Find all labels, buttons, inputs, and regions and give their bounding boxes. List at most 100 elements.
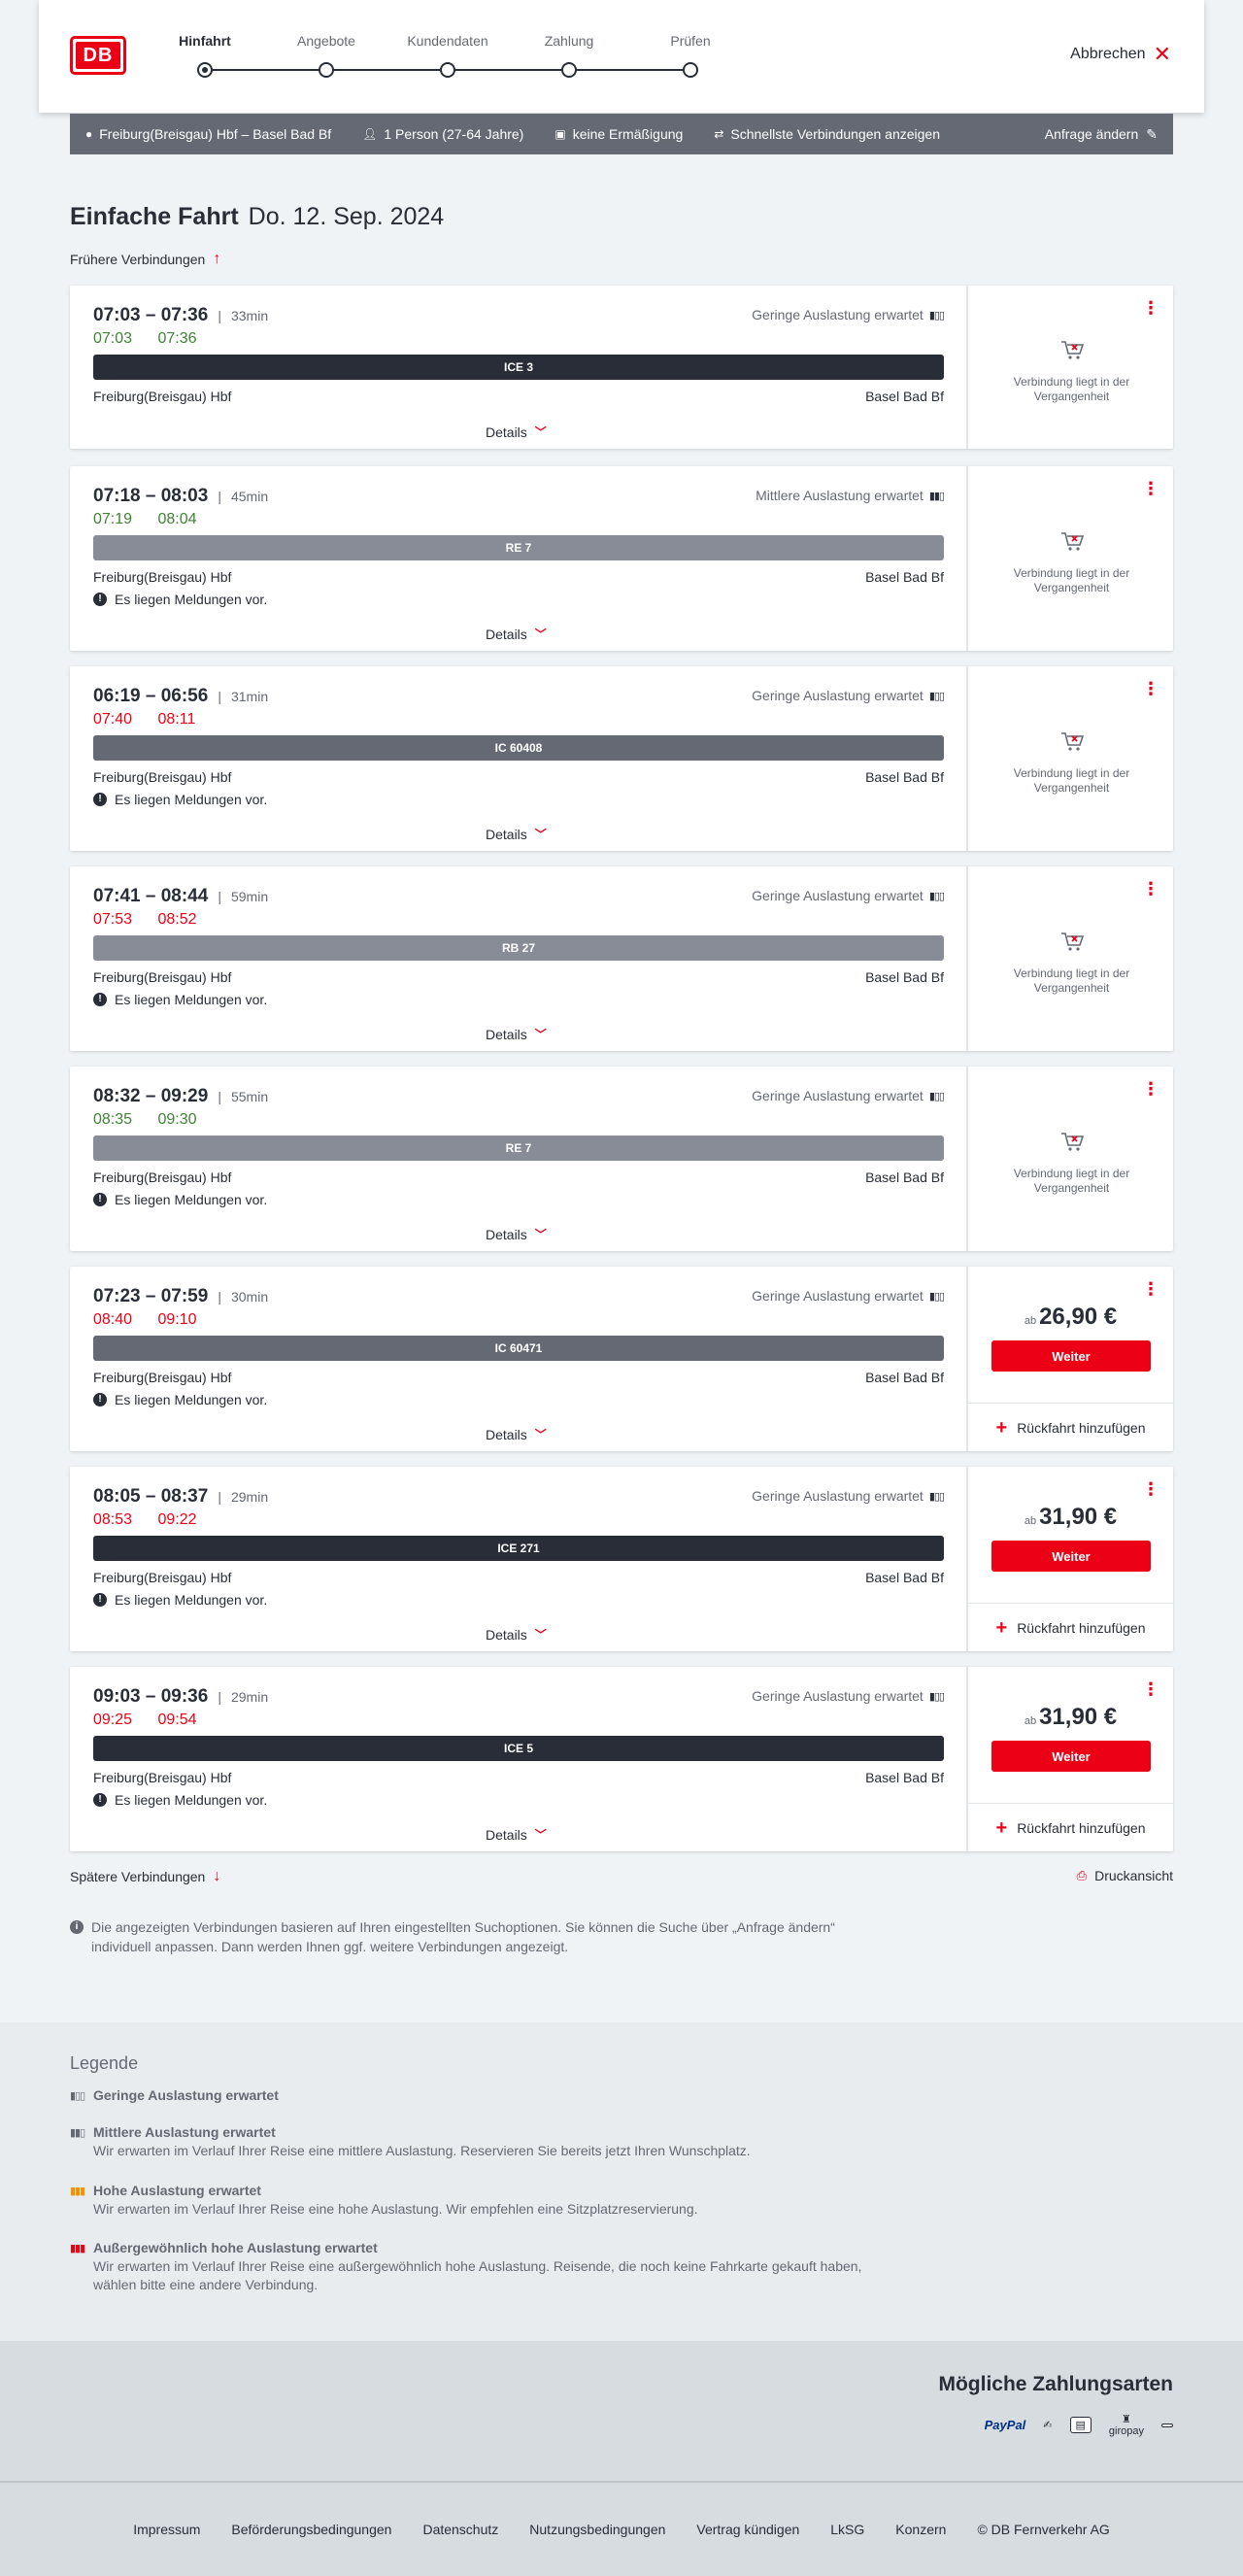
connection-info: 07:23 – 07:59 | 30min Geringe Auslastung… xyxy=(93,1267,945,1451)
footer-link-datenschutz[interactable]: Datenschutz xyxy=(422,2522,498,2537)
offer-panel: ⋮ Verbindung liegt in der Vergangenheit xyxy=(966,286,1173,449)
arrow-down-icon: ↓ xyxy=(213,1868,221,1884)
details-toggle[interactable]: Details ﹀ xyxy=(486,1626,547,1643)
realtime-times: 07:19 08:04 xyxy=(93,511,218,528)
load-high-icon: ▮▮▮ xyxy=(70,2186,85,2197)
more-options-icon[interactable]: ⋮ xyxy=(1142,1680,1159,1698)
origin-station: Freiburg(Breisgau) Hbf xyxy=(93,389,232,404)
connection-card: 07:18 – 08:03 | 45min Mittlere Auslastun… xyxy=(70,466,1173,651)
continue-button[interactable]: Weiter xyxy=(991,1741,1151,1772)
price-value: 31,90 € xyxy=(1039,1504,1118,1530)
details-toggle[interactable]: Details ﹀ xyxy=(486,1226,547,1242)
more-options-icon[interactable]: ⋮ xyxy=(1142,1480,1159,1498)
train-bar[interactable]: ICE 271 xyxy=(93,1536,944,1561)
step-angebote: Angebote xyxy=(283,33,370,78)
step-dot xyxy=(319,62,334,78)
step-dot-active xyxy=(197,62,213,78)
step-label: Prüfen xyxy=(670,33,711,49)
train-bar[interactable]: RE 7 xyxy=(93,535,944,560)
train-bar[interactable]: RB 27 xyxy=(93,935,944,961)
details-label: Details xyxy=(486,424,527,440)
train-bar[interactable]: IC 60408 xyxy=(93,735,944,761)
cancel-button[interactable]: Abbrechen ✕ xyxy=(1070,44,1171,65)
print-view-link[interactable]: ⎙ Druckansicht xyxy=(1077,1868,1173,1883)
legend-item-title: Mittlere Auslastung erwartet xyxy=(93,2124,276,2140)
duration: 55min xyxy=(230,1089,269,1104)
realtime-departure: 07:53 xyxy=(93,911,133,928)
price: ab 31,90 € xyxy=(968,1504,1173,1531)
cart-unavailable-icon xyxy=(1060,932,1084,951)
offer-panel: ⋮ ab 31,90 € Weiter + Rückfahrt hinzufüge… xyxy=(966,1467,1173,1651)
destination-station: Basel Bad Bf xyxy=(865,1169,944,1185)
offer-panel: ⋮ ab 26,90 € Weiter + Rückfahrt hinzufüge… xyxy=(966,1267,1173,1451)
connection-info: 06:19 – 06:56 | 31min Geringe Auslastung… xyxy=(93,666,945,851)
connection-info: 07:41 – 08:44 | 59min Geringe Auslastung… xyxy=(93,866,945,1051)
cart-unavailable-icon xyxy=(1060,532,1084,551)
separator: | xyxy=(218,1289,221,1305)
scheduled-times-text: 07:41 – 08:44 xyxy=(93,886,209,906)
details-toggle[interactable]: Details ﹀ xyxy=(486,424,547,440)
occupancy-info: Geringe Auslastung erwartet ▮▯▯ xyxy=(752,888,945,903)
more-options-icon[interactable]: ⋮ xyxy=(1142,299,1159,317)
disruption-note: ! Es liegen Meldungen vor. xyxy=(93,1192,267,1207)
legend-item-low: ▮▯▯ Geringe Auslastung erwartet xyxy=(70,2086,866,2105)
continue-button[interactable]: Weiter xyxy=(991,1340,1151,1372)
add-return-trip-button[interactable]: + Rückfahrt hinzufügen xyxy=(968,1403,1173,1451)
more-options-icon[interactable]: ⋮ xyxy=(1142,680,1159,697)
chevron-down-icon: ﹀ xyxy=(534,1628,547,1642)
origin-station: Freiburg(Breisgau) Hbf xyxy=(93,769,232,785)
details-label: Details xyxy=(486,826,527,842)
footer-link-vertrag-kuendigen[interactable]: Vertrag kündigen xyxy=(696,2522,799,2537)
details-toggle[interactable]: Details ﹀ xyxy=(486,626,547,642)
origin-station: Freiburg(Breisgau) Hbf xyxy=(93,1770,232,1785)
train-bar[interactable]: ICE 3 xyxy=(93,355,944,380)
footer-link-befoerderungsbedingungen[interactable]: Beförderungsbedingungen xyxy=(231,2522,391,2537)
later-connections-link[interactable]: Spätere Verbindungen ↓ xyxy=(70,1868,220,1885)
location-pin-icon: ● xyxy=(85,127,93,141)
footer-link-lksg[interactable]: LkSG xyxy=(830,2522,864,2537)
info-text-content: Die angezeigten Verbindungen basieren au… xyxy=(91,1919,835,1954)
db-logo[interactable]: DB xyxy=(70,36,126,75)
train-bar[interactable]: IC 60471 xyxy=(93,1336,944,1361)
disruption-note-text: Es liegen Meldungen vor. xyxy=(115,1392,268,1407)
more-options-icon[interactable]: ⋮ xyxy=(1142,1280,1159,1298)
realtime-departure: 09:25 xyxy=(93,1712,133,1728)
footer: Impressum Beförderungsbedingungen Datens… xyxy=(0,2483,1243,2576)
continue-button[interactable]: Weiter xyxy=(991,1541,1151,1572)
more-options-icon[interactable]: ⋮ xyxy=(1142,1080,1159,1098)
more-options-icon[interactable]: ⋮ xyxy=(1142,480,1159,497)
connection-card: 07:03 – 07:36 | 33min Geringe Auslastung… xyxy=(70,286,1173,449)
earlier-connections-label: Frühere Verbindungen xyxy=(70,252,206,267)
details-toggle[interactable]: Details ﹀ xyxy=(486,826,547,842)
details-toggle[interactable]: Details ﹀ xyxy=(486,1826,547,1843)
past-connection-text: Verbindung liegt in der Vergangenheit xyxy=(1013,375,1130,403)
details-toggle[interactable]: Details ﹀ xyxy=(486,1026,547,1042)
more-options-icon[interactable]: ⋮ xyxy=(1142,880,1159,898)
chevron-down-icon: ﹀ xyxy=(534,828,547,841)
footer-link-nutzungsbedingungen[interactable]: Nutzungsbedingungen xyxy=(529,2522,665,2537)
chevron-down-icon: ﹀ xyxy=(534,1428,547,1441)
realtime-departure: 07:40 xyxy=(93,711,133,728)
occupancy-text: Mittlere Auslastung erwartet xyxy=(756,488,924,503)
scheduled-times: 07:03 – 07:36 | 33min xyxy=(93,305,268,326)
train-bar[interactable]: ICE 5 xyxy=(93,1736,944,1761)
search-discount: ▣ keine Ermäßigung xyxy=(554,126,683,142)
duration: 45min xyxy=(230,489,269,504)
search-fastest-text: Schnellste Verbindungen anzeigen xyxy=(730,126,940,142)
change-request-button[interactable]: Anfrage ändern ✎ xyxy=(1045,126,1158,143)
scheduled-times-text: 09:03 – 09:36 xyxy=(93,1686,209,1707)
train-bar[interactable]: RE 7 xyxy=(93,1135,944,1161)
add-return-trip-button[interactable]: + Rückfahrt hinzufügen xyxy=(968,1603,1173,1651)
add-return-trip-button[interactable]: + Rückfahrt hinzufügen xyxy=(968,1803,1173,1851)
page-title-bold: Einfache Fahrt xyxy=(70,203,239,230)
earlier-connections-link[interactable]: Frühere Verbindungen ↑ xyxy=(70,251,220,268)
details-toggle[interactable]: Details ﹀ xyxy=(486,1426,547,1442)
load-very-high-icon: ▮▮▮ xyxy=(70,2243,85,2254)
occupancy-text: Geringe Auslastung erwartet xyxy=(752,1488,924,1504)
cart-unavailable-icon xyxy=(1060,732,1084,751)
footer-link-impressum[interactable]: Impressum xyxy=(133,2522,200,2537)
offer-panel: ⋮ Verbindung liegt in der Vergangenheit xyxy=(966,866,1173,1051)
footer-link-konzern[interactable]: Konzern xyxy=(895,2522,946,2537)
scheduled-times-text: 06:19 – 06:56 xyxy=(93,686,209,706)
realtime-arrival: 09:30 xyxy=(157,1111,197,1128)
